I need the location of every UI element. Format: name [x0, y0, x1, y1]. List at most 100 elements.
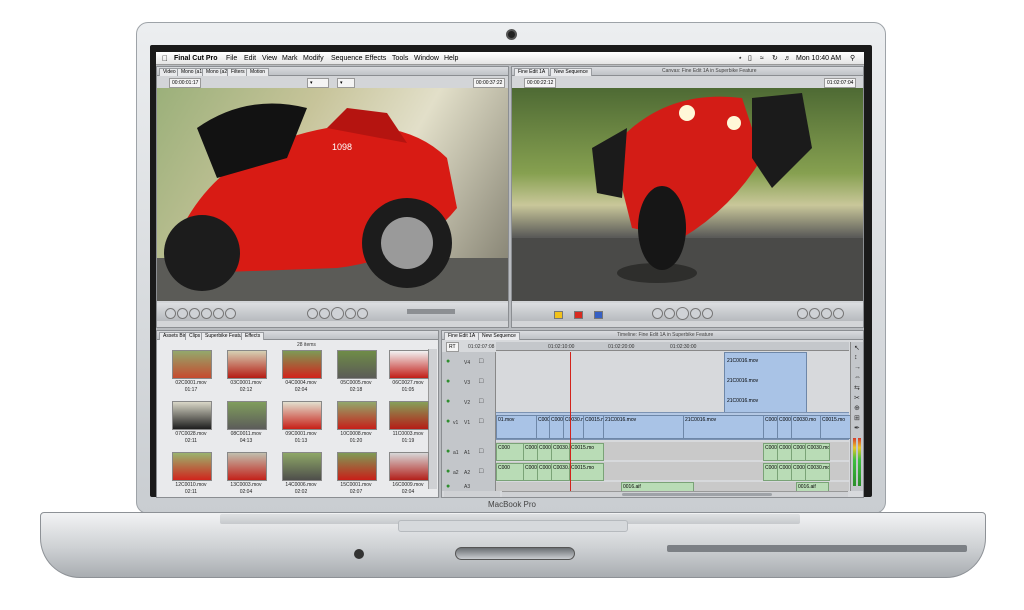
- clip-thumbnail[interactable]: [389, 452, 429, 481]
- clip-thumbnail[interactable]: [389, 350, 429, 379]
- play-in-out-button[interactable]: [307, 308, 318, 319]
- canvas-play-button[interactable]: [676, 307, 689, 320]
- timeline-clip[interactable]: 21C0016.mov: [683, 415, 766, 439]
- track-visibility-icon[interactable]: ●: [446, 418, 450, 425]
- replace-overlay-icon[interactable]: [594, 311, 603, 319]
- tab-new-sequence[interactable]: New Sequence: [550, 68, 592, 76]
- razor-tool-icon[interactable]: ✂: [854, 394, 860, 402]
- timeline-clip[interactable]: 21C0016.mov 21C0016.mov 21C0016.mov: [724, 352, 807, 413]
- clip-thumbnail[interactable]: [172, 401, 212, 430]
- track-label[interactable]: V4: [464, 360, 470, 366]
- track-audible-icon[interactable]: ●: [446, 448, 450, 455]
- source-patch[interactable]: v1: [453, 420, 458, 426]
- canvas-duration[interactable]: 00:00:22:12: [524, 78, 557, 88]
- add-marker-button[interactable]: [225, 308, 236, 319]
- prev-edit-button[interactable]: [319, 308, 330, 319]
- lock-icon[interactable]: □: [479, 468, 483, 475]
- canvas-marker-button[interactable]: [821, 308, 832, 319]
- mark-out-button[interactable]: [213, 308, 224, 319]
- lock-icon[interactable]: □: [479, 448, 483, 455]
- wifi-icon[interactable]: ≈: [760, 52, 764, 65]
- clip-thumbnail[interactable]: [227, 401, 267, 430]
- canvas-mark-in-button[interactable]: [797, 308, 808, 319]
- timeline-scrollbar[interactable]: [502, 491, 848, 497]
- canvas-timecode[interactable]: 01:02:07:04: [824, 78, 857, 88]
- roll-tool-icon[interactable]: ⇔: [854, 374, 861, 381]
- bluetooth-icon[interactable]: ⋆: [738, 52, 742, 65]
- track-label[interactable]: A2: [464, 470, 470, 476]
- browser-scrollbar[interactable]: [428, 349, 437, 489]
- tab-new-sequence[interactable]: New Sequence: [478, 332, 520, 340]
- canvas-next-edit-button[interactable]: [702, 308, 713, 319]
- insert-edit-button[interactable]: [165, 308, 176, 319]
- canvas-mark-out-button[interactable]: [809, 308, 820, 319]
- volume-icon[interactable]: ♬: [784, 52, 791, 65]
- source-patch[interactable]: a1: [453, 450, 459, 456]
- clip-thumbnail[interactable]: [227, 350, 267, 379]
- track-audible-icon[interactable]: ●: [446, 483, 450, 490]
- slip-tool-icon[interactable]: ⇆: [854, 384, 860, 392]
- clip-thumbnail[interactable]: [172, 350, 212, 379]
- track-label[interactable]: A3: [464, 484, 470, 490]
- clip-thumbnail[interactable]: [282, 452, 322, 481]
- menu-sequence[interactable]: Sequence: [331, 52, 363, 65]
- track-select-tool-icon[interactable]: →: [854, 364, 861, 371]
- selection-tool-icon[interactable]: ↖: [854, 344, 860, 352]
- timeline-timecode[interactable]: 01:02:07:08: [468, 344, 494, 350]
- lock-icon[interactable]: □: [479, 378, 483, 385]
- track-label[interactable]: V3: [464, 380, 470, 386]
- track-audible-icon[interactable]: ●: [446, 468, 450, 475]
- lock-icon[interactable]: □: [479, 398, 483, 405]
- track-label[interactable]: A1: [464, 450, 470, 456]
- zoom-slider[interactable]: [444, 491, 500, 497]
- timeline-clip[interactable]: C0030.mo: [805, 443, 830, 461]
- viewer-timecode[interactable]: 00:00:37:22: [473, 78, 506, 88]
- viewer-video[interactable]: 1098: [157, 88, 508, 301]
- menu-view[interactable]: View: [262, 52, 277, 65]
- track-visibility-icon[interactable]: ●: [446, 378, 450, 385]
- zoom-popup[interactable]: ▾: [307, 78, 329, 88]
- menu-tools[interactable]: Tools: [392, 52, 408, 65]
- clip-thumbnail[interactable]: [337, 401, 377, 430]
- playhead[interactable]: [570, 352, 571, 491]
- menu-mark[interactable]: Mark: [282, 52, 298, 65]
- tab-fine-edit[interactable]: Fine Edit 1A: [514, 68, 550, 76]
- menu-effects[interactable]: Effects: [365, 52, 386, 65]
- menu-file[interactable]: File: [226, 52, 237, 65]
- timeline-clip[interactable]: C0030.mo: [791, 415, 823, 439]
- timeline-clip[interactable]: 01.mov: [496, 415, 539, 439]
- canvas-forward-button[interactable]: [690, 308, 701, 319]
- timeline-clip[interactable]: C000: [496, 463, 526, 481]
- tab-effects[interactable]: Effects: [241, 332, 265, 340]
- view-popup[interactable]: ▾: [337, 78, 355, 88]
- timeline-clip[interactable]: C0015.mo: [569, 463, 604, 481]
- timeline-clip[interactable]: C0030.mo: [805, 463, 830, 481]
- mark-in-button[interactable]: [201, 308, 212, 319]
- zoom-tool-icon[interactable]: ⊕: [854, 404, 860, 412]
- scroll-thumb[interactable]: [622, 493, 772, 496]
- canvas-prev-edit-button[interactable]: [652, 308, 663, 319]
- play-button[interactable]: [331, 307, 344, 320]
- sync-icon[interactable]: ↻: [772, 52, 778, 65]
- rt-popup[interactable]: RT: [446, 342, 459, 352]
- track-label[interactable]: V1: [464, 420, 470, 426]
- lock-icon[interactable]: □: [479, 418, 483, 425]
- jog-control[interactable]: [407, 309, 455, 314]
- timeline-clip[interactable]: C000: [496, 443, 526, 461]
- track-label[interactable]: V2: [464, 400, 470, 406]
- menubar-clock[interactable]: Mon 10:40 AM: [796, 52, 841, 65]
- viewer-duration[interactable]: 00:00:01:17: [169, 78, 202, 88]
- clip-thumbnail[interactable]: [337, 350, 377, 379]
- apple-icon[interactable]: : [162, 52, 168, 65]
- match-frame-button[interactable]: [189, 308, 200, 319]
- menu-window[interactable]: Window: [414, 52, 439, 65]
- source-patch[interactable]: a2: [453, 470, 459, 476]
- clip-thumbnail[interactable]: [282, 401, 322, 430]
- timeline-clip[interactable]: C0015.mo: [569, 443, 604, 461]
- track-visibility-icon[interactable]: ●: [446, 358, 450, 365]
- tab-motion[interactable]: Motion: [246, 68, 270, 76]
- timeline-clip[interactable]: C0015.mo: [820, 415, 852, 439]
- next-edit-button[interactable]: [345, 308, 356, 319]
- lock-icon[interactable]: □: [479, 358, 483, 365]
- clip-thumbnail[interactable]: [172, 452, 212, 481]
